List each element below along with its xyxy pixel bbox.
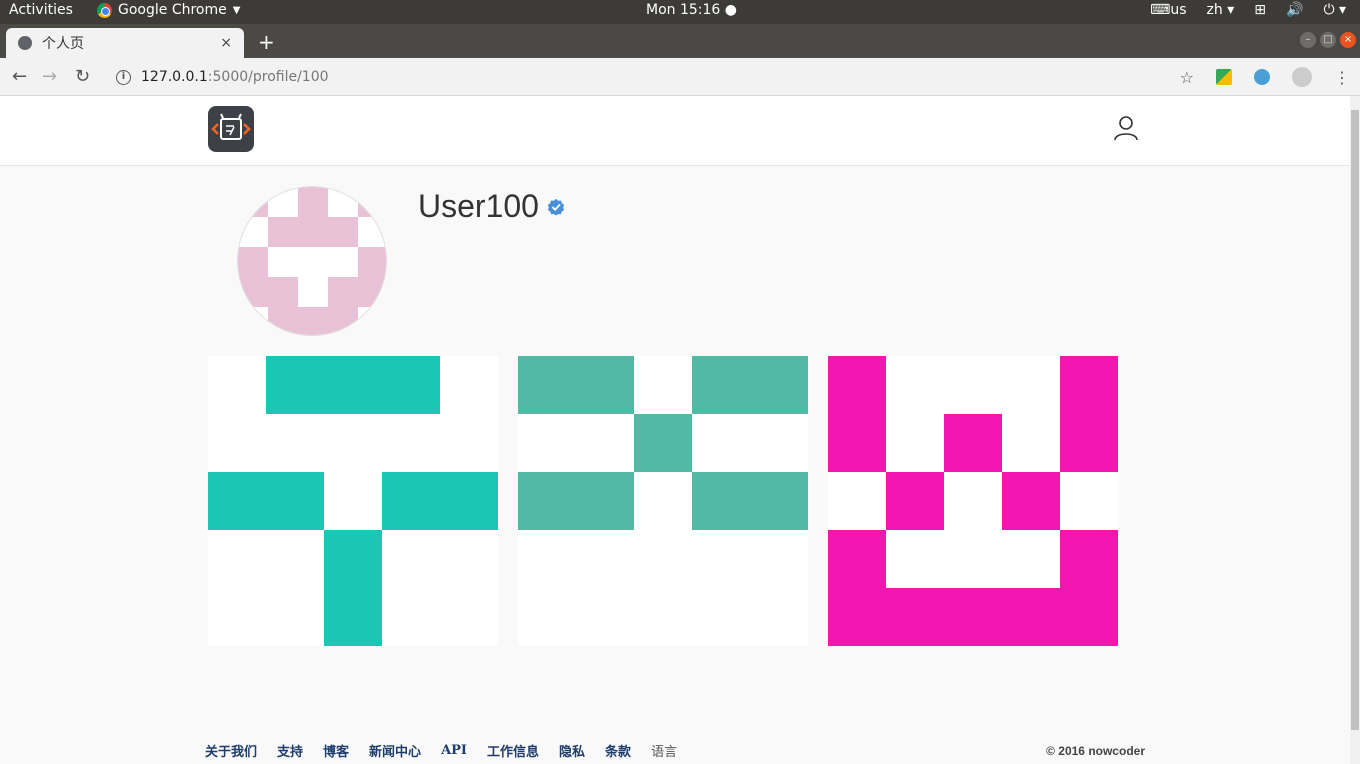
post-tile[interactable] [518, 356, 808, 646]
profile-avatar [237, 186, 387, 336]
tile-cell [324, 530, 382, 588]
tile-cell [266, 356, 324, 414]
app-menu[interactable]: Google Chrome ▼ [97, 2, 240, 18]
web-page: User100 关于我们 支持 博客 新闻中心 API 工作信息 隐私 条款 语… [0, 96, 1350, 764]
site-footer: 关于我们 支持 博客 新闻中心 API 工作信息 隐私 条款 语言 © 2016… [205, 741, 1145, 760]
tile-cell [750, 356, 808, 414]
browser-toolbar: ← → ↻ i 127.0.0.1 :5000/profile/100 ☆ ⋮ [0, 58, 1360, 96]
input-method-label: zh [1206, 2, 1223, 18]
username: User100 [418, 188, 539, 224]
post-tile[interactable] [828, 356, 1118, 646]
tab-strip: 个人页 × [0, 24, 1360, 58]
tile-cell [324, 588, 382, 646]
tile-cell [1060, 530, 1118, 588]
tile-cell [1002, 472, 1060, 530]
url-host: 127.0.0.1 [141, 69, 208, 85]
network-icon[interactable]: ⊞ [1254, 2, 1266, 18]
post-tile[interactable] [208, 356, 498, 646]
tile-cell [828, 530, 886, 588]
tile-cell [1060, 414, 1118, 472]
power-icon[interactable]: ⏻ ▾ [1323, 2, 1346, 18]
back-button[interactable]: ← [12, 66, 27, 87]
tile-cell [382, 472, 440, 530]
tile-cell [634, 414, 692, 472]
footer-link-support[interactable]: 支持 [277, 741, 303, 760]
extension-icon[interactable] [1216, 69, 1232, 85]
footer-link-api[interactable]: API [441, 743, 467, 758]
footer-link-jobs[interactable]: 工作信息 [487, 741, 539, 760]
keyboard-layout: us [1170, 2, 1187, 18]
tile-cell [576, 356, 634, 414]
footer-link-terms[interactable]: 条款 [605, 741, 631, 760]
username-row: User100 [418, 188, 565, 225]
tile-cell [324, 356, 382, 414]
info-icon[interactable]: i [116, 69, 131, 85]
menu-kebab-icon[interactable]: ⋮ [1334, 68, 1350, 87]
window-controls: – □ × [1300, 32, 1356, 48]
tile-cell [886, 588, 944, 646]
tile-cell [692, 356, 750, 414]
activities-button[interactable]: Activities [9, 2, 73, 18]
tab-title: 个人页 [42, 36, 84, 52]
footer-link-news[interactable]: 新闻中心 [369, 741, 421, 760]
tile-cell [1060, 356, 1118, 414]
bookmark-star-icon[interactable]: ☆ [1180, 68, 1194, 87]
site-logo[interactable] [208, 106, 254, 152]
tile-cell [828, 414, 886, 472]
volume-icon[interactable]: 🔊 [1286, 2, 1303, 18]
identicon-avatar [238, 187, 386, 335]
footer-link-blog[interactable]: 博客 [323, 741, 349, 760]
tile-cell [1002, 588, 1060, 646]
maximize-button[interactable]: □ [1320, 32, 1336, 48]
tile-cell [208, 472, 266, 530]
post-grid [208, 356, 1118, 646]
chevron-down-icon: ▼ [232, 4, 241, 16]
footer-link-privacy[interactable]: 隐私 [559, 741, 585, 760]
tile-cell [382, 356, 440, 414]
keyboard-indicator[interactable]: ⌨us [1150, 2, 1186, 18]
logo-icon [211, 113, 251, 140]
tile-cell [828, 588, 886, 646]
scrollbar-thumb[interactable] [1351, 110, 1359, 730]
tile-cell [576, 472, 634, 530]
tile-cell [886, 472, 944, 530]
copyright: © 2016 nowcoder [1046, 743, 1145, 758]
tile-cell [944, 414, 1002, 472]
app-name: Google Chrome [118, 2, 227, 18]
extension-globe-icon[interactable] [1254, 69, 1270, 85]
minimize-button[interactable]: – [1300, 32, 1316, 48]
profile-avatar-icon[interactable] [1292, 67, 1312, 87]
forward-button[interactable]: → [42, 66, 57, 87]
tile-cell [440, 472, 498, 530]
close-window-button[interactable]: × [1340, 32, 1356, 48]
tile-cell [750, 472, 808, 530]
site-header [0, 96, 1350, 166]
url-path: :5000/profile/100 [207, 69, 329, 85]
tile-cell [518, 356, 576, 414]
tile-cell [1060, 588, 1118, 646]
tile-cell [266, 472, 324, 530]
input-method[interactable]: zh ▾ [1207, 2, 1235, 18]
page-scrollbar[interactable] [1350, 96, 1360, 764]
tile-cell [944, 588, 1002, 646]
reload-button[interactable]: ↻ [75, 66, 90, 87]
new-tab-button[interactable]: + [258, 30, 275, 54]
tab-close-icon[interactable]: × [220, 35, 232, 51]
os-top-panel: Activities Google Chrome ▼ Mon 15:16 ● ⌨… [0, 0, 1360, 24]
globe-icon [18, 36, 32, 50]
clock[interactable]: Mon 15:16 ● [646, 2, 737, 18]
tile-cell [518, 472, 576, 530]
verified-badge-icon [547, 198, 565, 216]
footer-link-about[interactable]: 关于我们 [205, 741, 257, 760]
tab-profile[interactable]: 个人页 × [6, 28, 244, 58]
tile-cell [828, 356, 886, 414]
address-bar[interactable]: i 127.0.0.1 :5000/profile/100 [108, 63, 1208, 91]
chrome-icon [97, 2, 112, 18]
tile-cell [692, 472, 750, 530]
user-icon[interactable] [1112, 114, 1140, 142]
footer-link-language[interactable]: 语言 [651, 741, 677, 760]
